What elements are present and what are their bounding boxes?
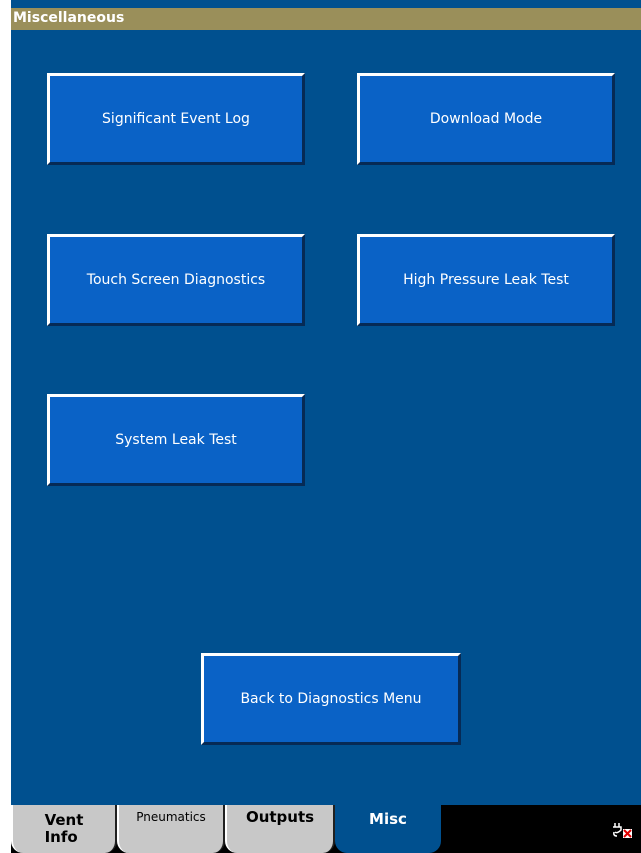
significant-event-log-label: Significant Event Log [102,111,250,127]
tab-pneumatics-label: Pneumatics [136,810,206,824]
tab-vent-info-label: Vent Info [44,811,84,846]
download-mode-button[interactable]: Download Mode [357,73,615,165]
back-to-diagnostics-menu-label: Back to Diagnostics Menu [240,691,422,707]
tab-misc-label: Misc [369,810,407,828]
high-pressure-leak-test-button[interactable]: High Pressure Leak Test [357,234,615,326]
significant-event-log-button[interactable]: Significant Event Log [47,73,305,165]
tab-bar: Vent Info Pneumatics Outputs Misc [11,805,641,853]
main-panel: Significant Event Log Download Mode Touc… [11,30,641,805]
left-edge [0,0,11,853]
high-pressure-leak-test-label: High Pressure Leak Test [403,272,569,288]
touch-screen-diagnostics-label: Touch Screen Diagnostics [86,272,266,288]
tab-misc[interactable]: Misc [335,805,441,853]
tab-pneumatics[interactable]: Pneumatics [117,805,225,853]
power-plug-disconnected-icon [611,820,633,840]
page-title: Miscellaneous [11,8,641,30]
tab-vent-info[interactable]: Vent Info [11,805,117,853]
tab-outputs-label: Outputs [245,808,315,826]
touch-screen-diagnostics-button[interactable]: Touch Screen Diagnostics [47,234,305,326]
system-leak-test-button[interactable]: System Leak Test [47,394,305,486]
download-mode-label: Download Mode [429,111,543,127]
back-to-diagnostics-menu-button[interactable]: Back to Diagnostics Menu [201,653,461,745]
system-leak-test-label: System Leak Test [115,432,237,448]
tab-outputs[interactable]: Outputs [225,805,335,853]
